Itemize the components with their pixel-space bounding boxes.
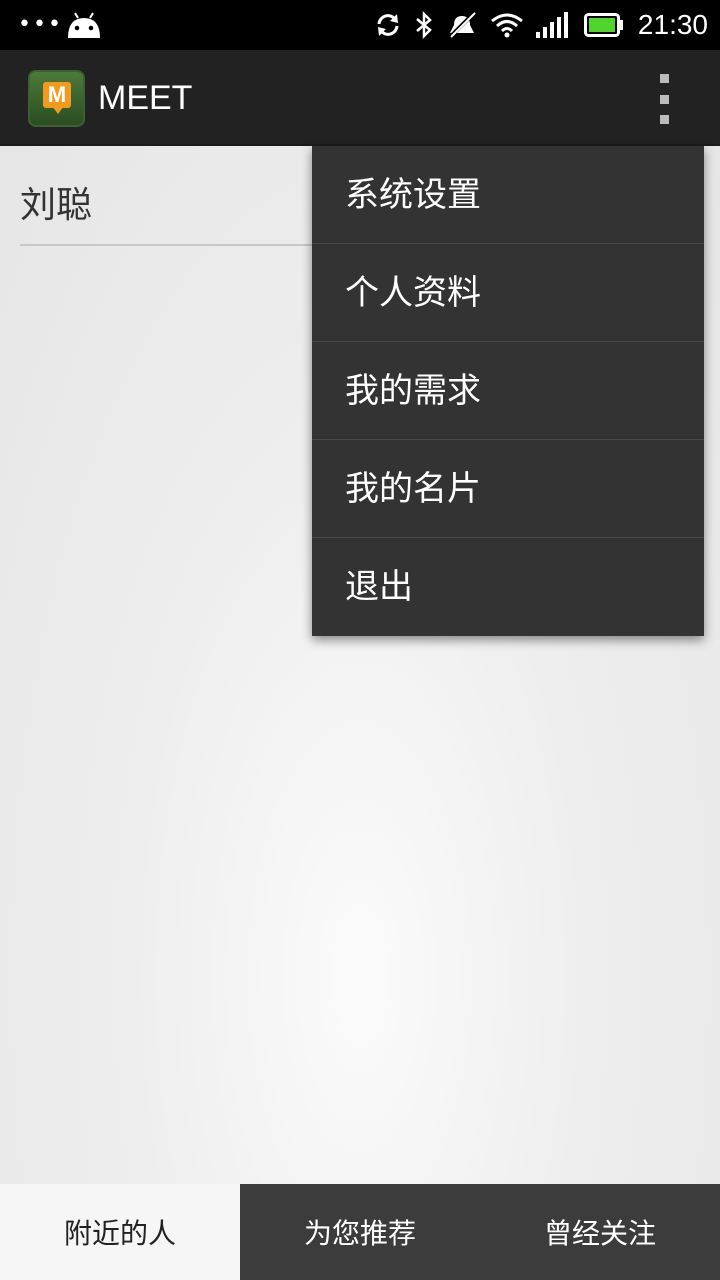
status-bar: ••• 21:30 bbox=[0, 0, 720, 50]
android-icon bbox=[66, 10, 102, 44]
menu-item-my-needs[interactable]: 我的需求 bbox=[312, 342, 704, 440]
tab-followed[interactable]: 曾经关注 bbox=[480, 1184, 720, 1280]
app-logo-icon[interactable]: M bbox=[28, 70, 85, 127]
battery-icon bbox=[583, 13, 624, 37]
tab-recommended[interactable]: 为您推荐 bbox=[240, 1184, 480, 1280]
menu-item-my-card[interactable]: 我的名片 bbox=[312, 440, 704, 538]
overflow-menu-button[interactable] bbox=[650, 74, 678, 124]
signal-icon bbox=[535, 12, 572, 38]
overflow-dropdown-menu: 系统设置 个人资料 我的需求 我的名片 退出 bbox=[312, 146, 704, 636]
mute-icon bbox=[446, 11, 478, 39]
tab-nearby[interactable]: 附近的人 bbox=[0, 1184, 240, 1280]
bluetooth-icon bbox=[414, 11, 434, 39]
overflow-dot-icon bbox=[659, 94, 669, 104]
wifi-icon bbox=[490, 11, 524, 39]
logo-letter: M bbox=[43, 82, 71, 108]
menu-item-logout[interactable]: 退出 bbox=[312, 538, 704, 636]
more-dots-icon: ••• bbox=[18, 12, 63, 37]
menu-item-profile[interactable]: 个人资料 bbox=[312, 244, 704, 342]
logo-bubble-tail bbox=[52, 106, 64, 114]
overflow-dot-icon bbox=[659, 74, 669, 83]
menu-item-settings[interactable]: 系统设置 bbox=[312, 146, 704, 244]
action-bar: M MEET bbox=[0, 50, 720, 146]
app-title: MEET bbox=[98, 79, 193, 117]
bottom-tab-bar: 附近的人 为您推荐 曾经关注 bbox=[0, 1184, 720, 1280]
status-time: 21:30 bbox=[637, 9, 708, 40]
sync-icon bbox=[374, 11, 402, 39]
overflow-dot-icon bbox=[659, 115, 669, 124]
